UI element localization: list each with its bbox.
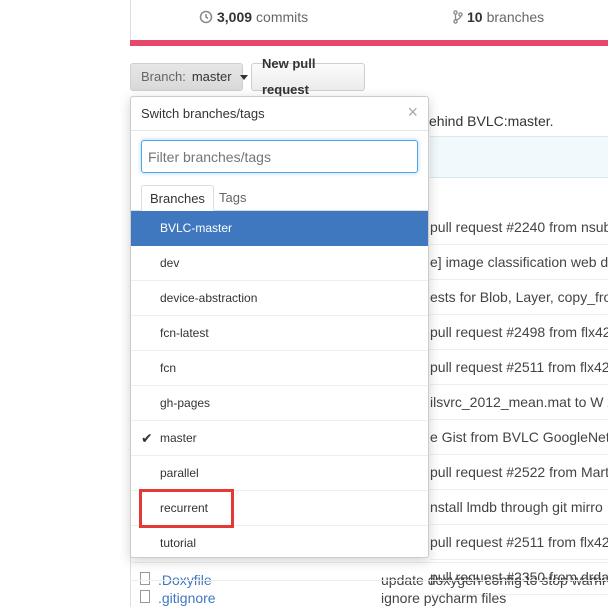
- caret-down-icon: [239, 74, 248, 80]
- tab-tags[interactable]: Tags: [211, 185, 254, 210]
- branch-item-bvlc-master[interactable]: BVLC-master: [131, 211, 428, 246]
- file-commit-message[interactable]: ignore pycharm files: [381, 581, 506, 615]
- repo-stats-bar: 3,009 commits 10 branches: [130, 0, 608, 40]
- branch-select-button[interactable]: Branch: master: [130, 63, 248, 91]
- commit-message[interactable]: nstall lmdb through git mirro: [430, 490, 608, 525]
- branch-item-label: parallel: [160, 466, 199, 480]
- branch-item-parallel[interactable]: parallel: [131, 456, 428, 491]
- commits-count: 3,009: [217, 9, 253, 25]
- dropdown-title: Switch branches/tags: [141, 106, 265, 121]
- commits-label: commits: [256, 9, 309, 25]
- branch-item-label: tutorial: [160, 536, 197, 550]
- info-strip: [430, 136, 608, 178]
- commit-message[interactable]: e] image classification web d: [430, 245, 608, 280]
- dropdown-header: Switch branches/tags ×: [131, 97, 428, 131]
- dropdown-tabs: Branches Tags: [131, 185, 428, 211]
- branches-label: branches: [486, 9, 545, 25]
- commit-message[interactable]: pull request #2511 from flx42: [430, 350, 608, 385]
- branch-item-label: gh-pages: [160, 396, 211, 410]
- branch-item-label: BVLC-master: [160, 221, 233, 235]
- close-icon[interactable]: ×: [407, 102, 418, 122]
- language-bar[interactable]: [130, 40, 608, 46]
- check-icon: ✔: [141, 430, 153, 446]
- commit-message[interactable]: ilsvrc_2012_mean.mat to W x: [430, 385, 608, 420]
- branch-value: master: [191, 69, 232, 84]
- branch-prefix: Branch:: [141, 69, 186, 84]
- commits-link[interactable]: 3,009 commits: [199, 9, 308, 25]
- behind-status: ehind BVLC:master.: [429, 113, 554, 129]
- highlight-annotation-box: [139, 489, 234, 528]
- branch-item-label: fcn-latest: [160, 326, 209, 340]
- branch-item-label: dev: [160, 256, 180, 270]
- file-icon: [140, 590, 150, 603]
- branch-item-tutorial[interactable]: tutorial: [131, 526, 428, 557]
- branch-icon: [453, 10, 463, 24]
- branch-item-master[interactable]: ✔ master: [131, 421, 428, 456]
- branch-item-label: fcn: [160, 361, 177, 375]
- branch-item-fcn[interactable]: fcn: [131, 351, 428, 386]
- file-name-link[interactable]: .gitignore: [158, 581, 216, 615]
- branch-item-label: master: [160, 431, 197, 445]
- branch-item-fcn-latest[interactable]: fcn-latest: [131, 316, 428, 351]
- commit-message[interactable]: pull request #2522 from Mart: [430, 455, 608, 490]
- branch-item-device-abstraction[interactable]: device-abstraction: [131, 281, 428, 316]
- branches-link[interactable]: 10 branches: [453, 9, 544, 25]
- commit-message[interactable]: pull request #2498 from flx42: [430, 315, 608, 350]
- branch-item-label: device-abstraction: [160, 291, 258, 305]
- commit-message[interactable]: pull request #2240 from nsub: [430, 210, 608, 245]
- file-row: .gitignore ignore pycharm files: [130, 580, 608, 615]
- commit-message[interactable]: e Gist from BVLC GoogleNet: [430, 420, 608, 455]
- branch-item-dev[interactable]: dev: [131, 246, 428, 281]
- new-pull-request-button[interactable]: New pull request: [251, 56, 365, 97]
- branch-filter-input[interactable]: [141, 140, 418, 173]
- commit-message[interactable]: pull request #2511 from flx42: [430, 525, 608, 560]
- commit-message[interactable]: ests for Blob, Layer, copy_from: [430, 280, 608, 315]
- branch-item-gh-pages[interactable]: gh-pages: [131, 386, 428, 421]
- branches-count: 10: [467, 9, 483, 25]
- history-icon: [199, 10, 213, 24]
- tab-branches[interactable]: Branches: [141, 185, 214, 211]
